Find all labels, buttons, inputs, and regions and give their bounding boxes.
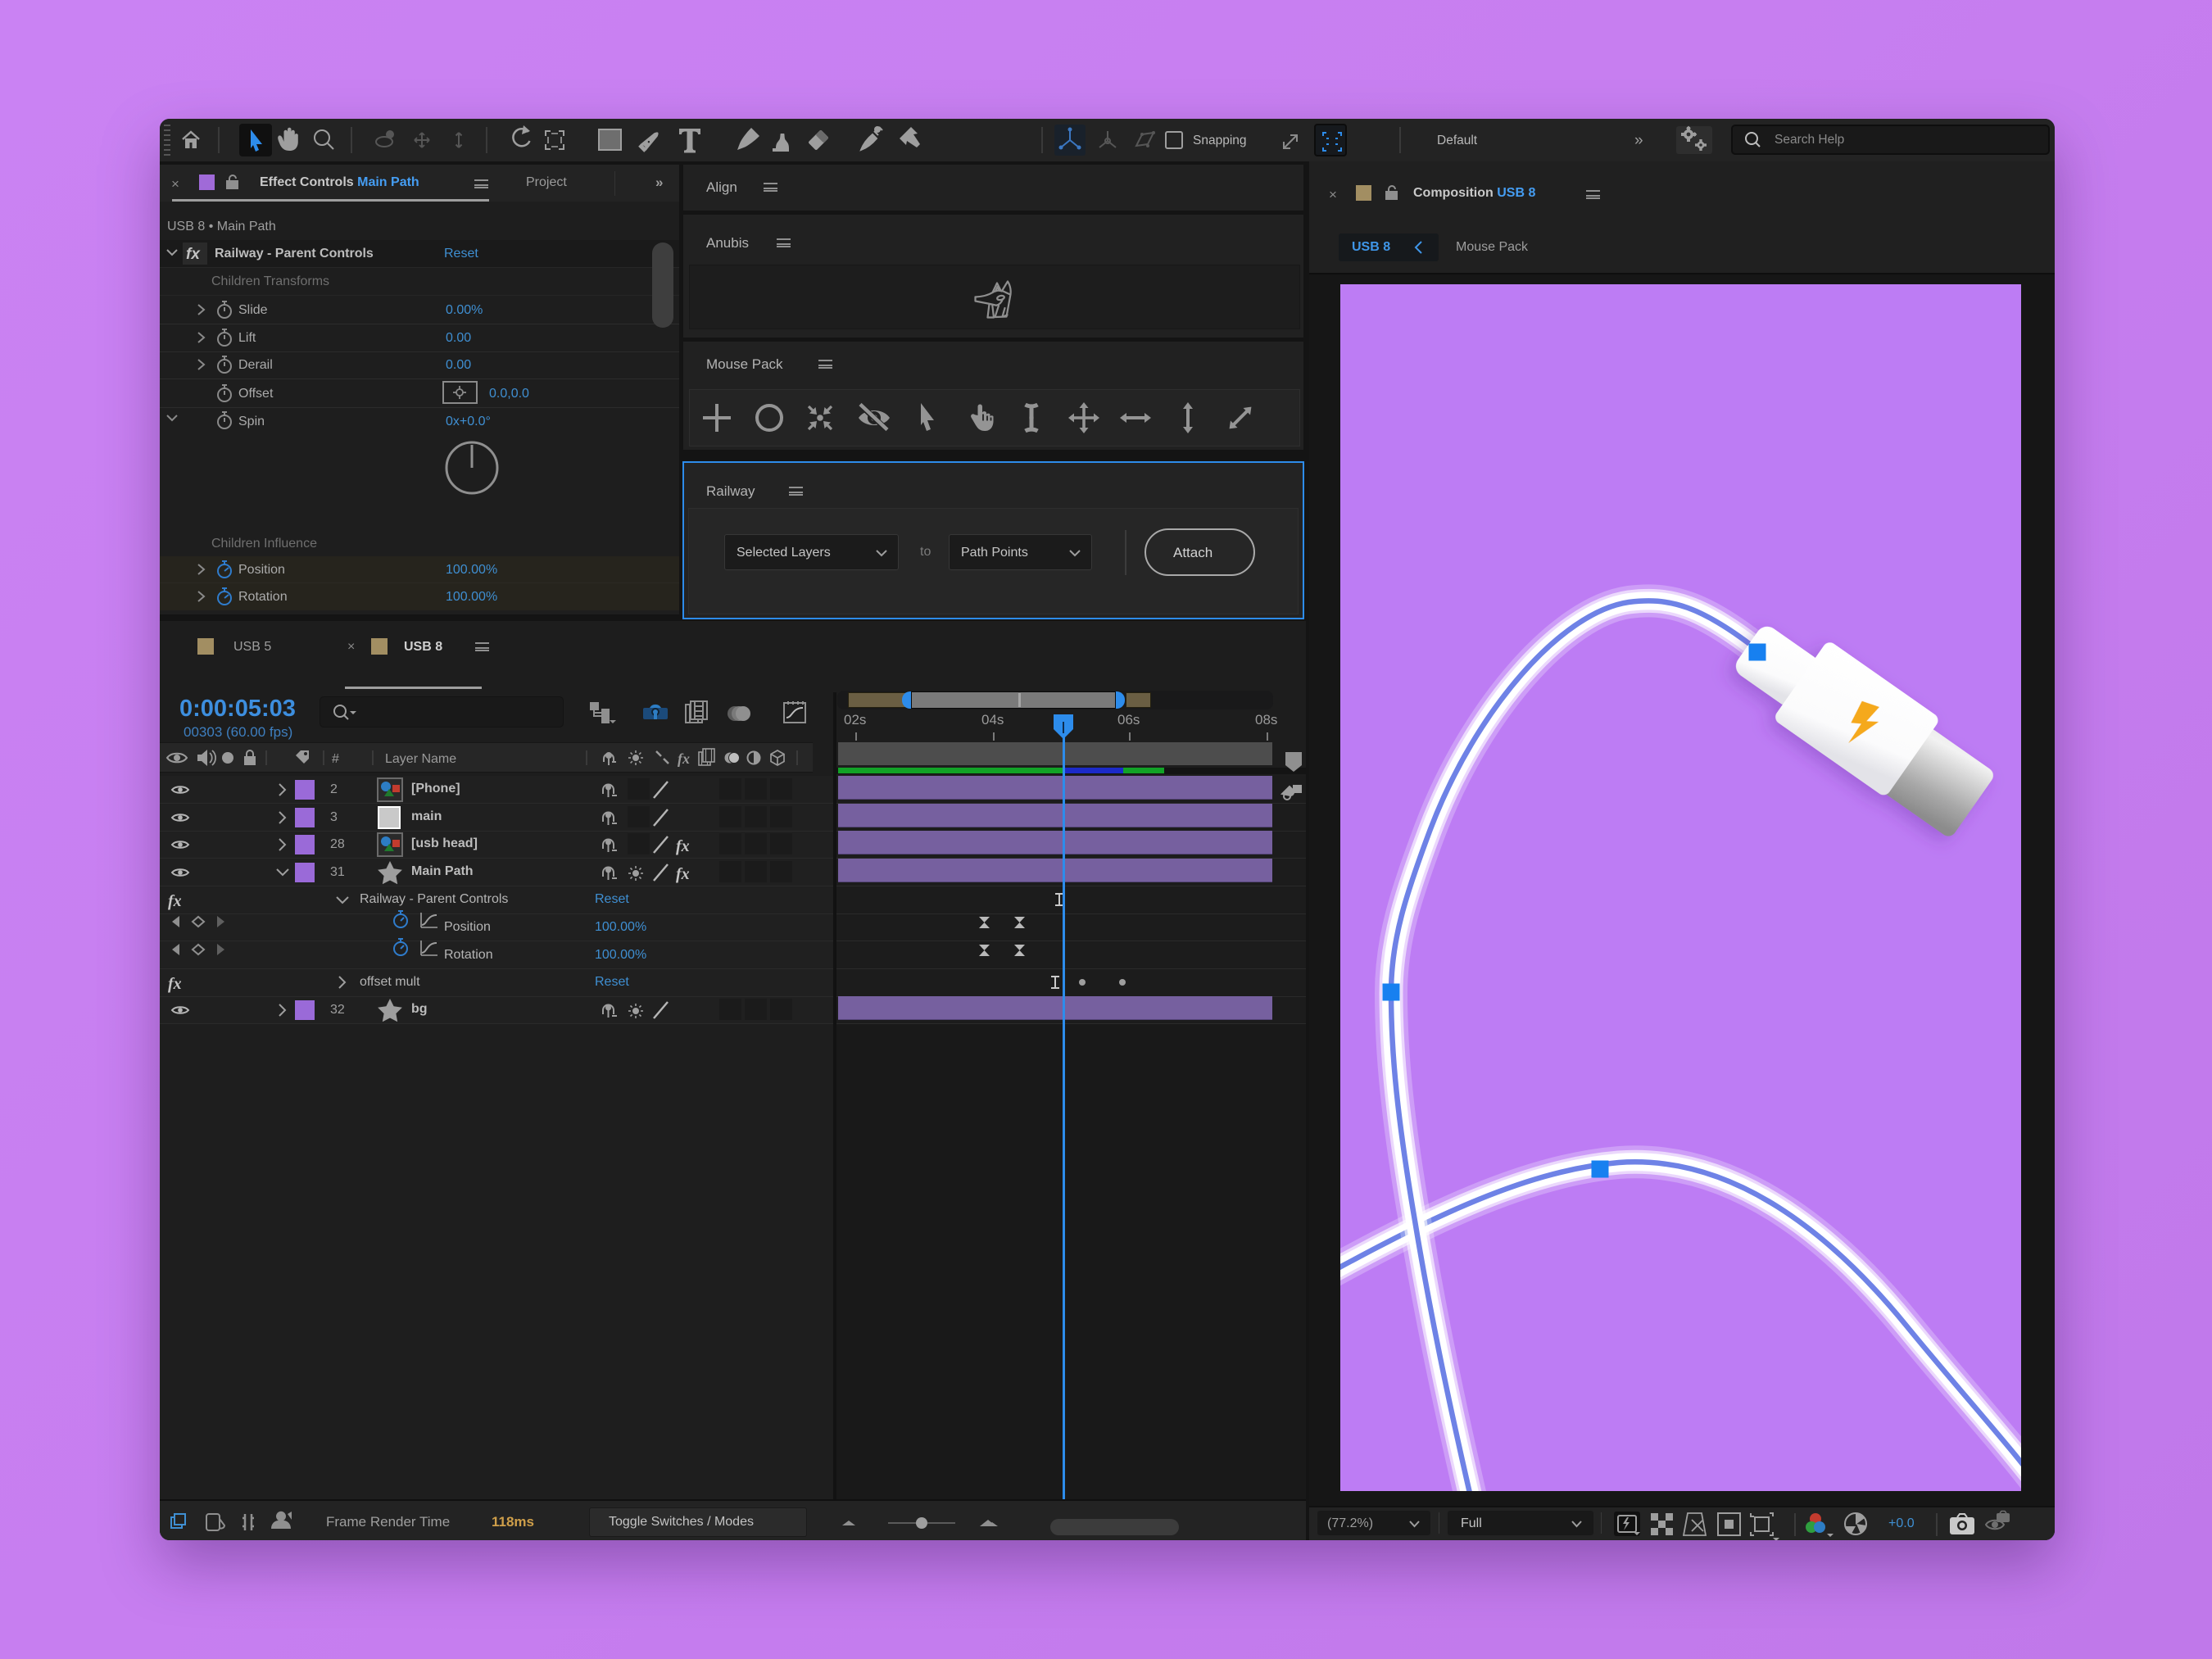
svg-text:fx: fx xyxy=(676,837,690,855)
svg-text:fx: fx xyxy=(168,975,182,993)
svg-text:fx: fx xyxy=(168,892,182,910)
svg-text:fx: fx xyxy=(676,865,690,883)
svg-text:Layer Name: Layer Name xyxy=(385,752,456,766)
svg-text:#: # xyxy=(332,752,339,766)
svg-text:fx: fx xyxy=(678,750,690,767)
